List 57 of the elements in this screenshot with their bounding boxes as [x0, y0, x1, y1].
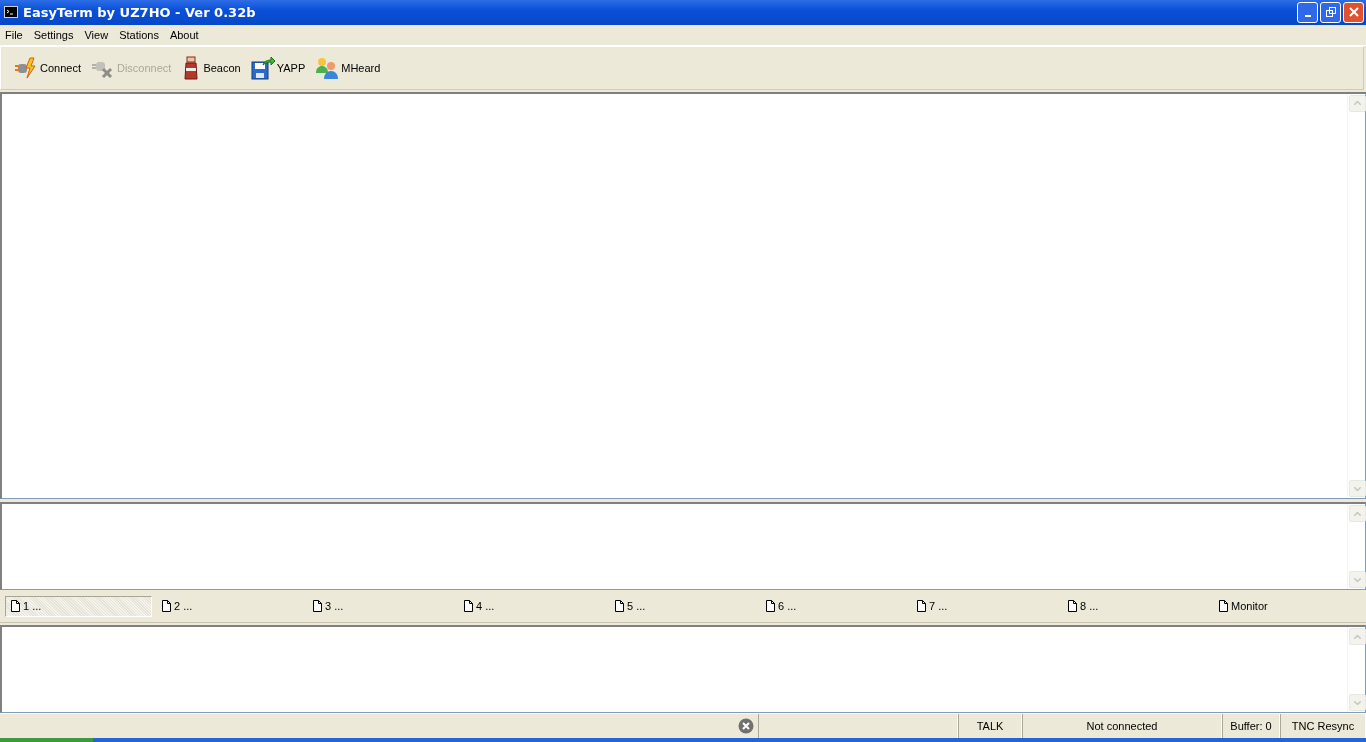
document-icon: [1068, 600, 1077, 613]
channel-tab[interactable]: 7 ...: [911, 595, 1058, 617]
menu-item[interactable]: Stations: [114, 28, 165, 41]
menu-item[interactable]: About: [164, 28, 205, 41]
caret-down-icon: [1354, 577, 1361, 582]
toolbar-button[interactable]: Connect: [11, 53, 84, 82]
caret-up-icon: [1354, 101, 1361, 106]
channel-tab[interactable]: 1 ...: [5, 595, 152, 617]
restore-button[interactable]: [1320, 2, 1341, 23]
channel-tab[interactable]: 3 ...: [307, 595, 454, 617]
channel-tab[interactable]: 4 ...: [458, 595, 605, 617]
channel-tab[interactable]: 5 ...: [609, 595, 756, 617]
document-icon: [1219, 600, 1228, 613]
menu-item[interactable]: Settings: [28, 28, 80, 41]
channel-tab[interactable]: Monitor: [1213, 595, 1360, 617]
close-circle-icon[interactable]: [738, 718, 754, 735]
scrollbar[interactable]: [1347, 504, 1365, 590]
close-icon: [1347, 6, 1360, 19]
caret-up-icon: [1354, 511, 1361, 516]
document-icon: [464, 600, 473, 613]
document-icon: [917, 600, 926, 613]
caret-down-icon: [1354, 700, 1361, 705]
scrollbar[interactable]: [1347, 93, 1365, 499]
app-icon: [4, 6, 18, 19]
scroll-down-button[interactable]: [1349, 571, 1366, 589]
text-pane[interactable]: [0, 502, 1366, 591]
channel-tab[interactable]: 8 ...: [1062, 595, 1209, 617]
toolbar-button[interactable]: MHeard: [312, 53, 384, 82]
scroll-up-button[interactable]: [1349, 505, 1366, 523]
scroll-up-button[interactable]: [1349, 628, 1366, 646]
document-icon: [615, 600, 624, 613]
plug-lightning-icon: [14, 55, 38, 80]
document-icon: [313, 600, 322, 613]
channel-tab[interactable]: 2 ...: [156, 595, 303, 617]
close-button[interactable]: [1343, 2, 1364, 23]
minimize-icon: [1304, 15, 1311, 18]
restore-icon: [1324, 6, 1337, 19]
document-icon: [162, 600, 171, 613]
caret-down-icon: [1354, 486, 1361, 491]
scroll-up-button[interactable]: [1349, 94, 1366, 112]
channel-tab[interactable]: 6 ...: [760, 595, 907, 617]
document-icon: [766, 600, 775, 613]
scroll-down-button[interactable]: [1349, 480, 1366, 498]
scroll-down-button[interactable]: [1349, 694, 1366, 712]
toolbar-button[interactable]: Beacon: [178, 53, 244, 82]
menu-item[interactable]: File: [0, 28, 29, 41]
floppy-arrow-icon: [250, 55, 275, 80]
start-button[interactable]: [0, 738, 93, 742]
document-icon: [11, 600, 20, 613]
window-title: EasyTerm by UZ7HO - Ver 0.32b: [23, 5, 257, 20]
caret-up-icon: [1354, 634, 1361, 639]
users-icon: [315, 55, 340, 80]
minimize-button[interactable]: [1297, 2, 1318, 23]
menu-item[interactable]: View: [79, 28, 115, 41]
scrollbar[interactable]: [1347, 627, 1365, 713]
toolbar-button[interactable]: YAPP: [247, 53, 309, 82]
text-pane[interactable]: [0, 625, 1366, 714]
